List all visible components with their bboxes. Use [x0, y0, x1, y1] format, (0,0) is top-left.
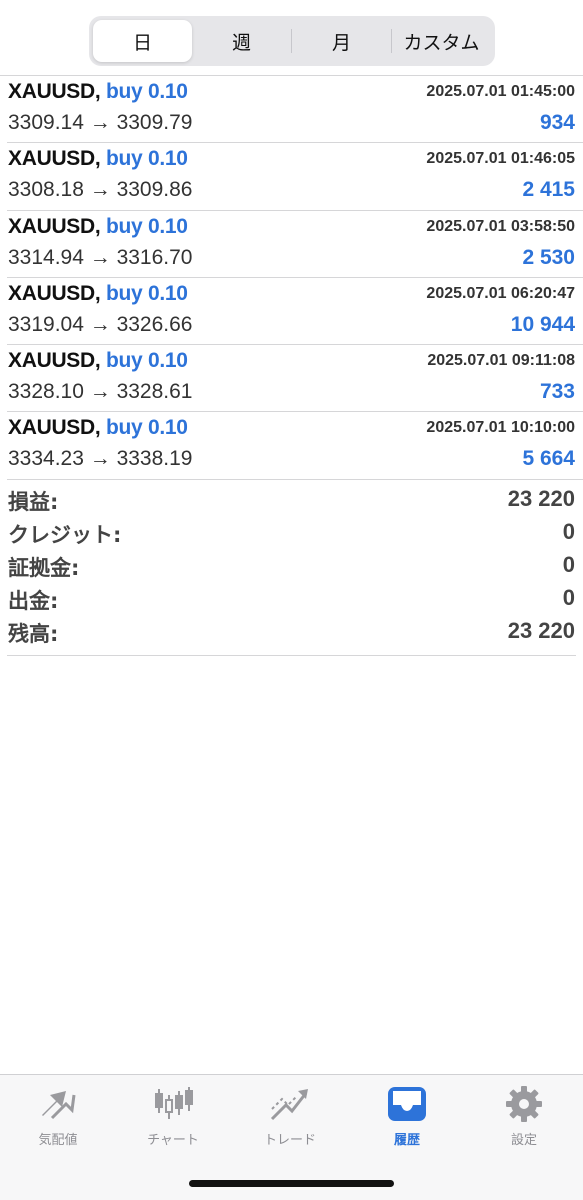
summary-value: 0	[562, 552, 575, 577]
summary-profit-row: 損益: 23 220	[7, 484, 576, 517]
trade-row[interactable]: XAUUSD, buy 0.10 2025.07.01 06:20:47 331…	[7, 278, 583, 346]
tab-week-label: 週	[231, 31, 251, 54]
trade-profit: 2 415	[522, 178, 575, 202]
summary-value: 23 220	[507, 618, 575, 643]
tab-quotes-label: 気配値	[38, 1133, 78, 1148]
summary-value: 0	[562, 519, 575, 544]
summary-credit-row: クレジット: 0	[7, 517, 576, 550]
trade-profit: 2 530	[522, 245, 575, 269]
summary-label: 損益:	[8, 490, 59, 514]
summary-value: 0	[562, 585, 575, 610]
tab-day[interactable]: 日	[93, 20, 192, 62]
tab-chart[interactable]: チャート	[123, 1085, 223, 1155]
trade-symbol: XAUUSD, buy 0.10	[8, 416, 188, 440]
tab-quotes[interactable]: 気配値	[8, 1085, 108, 1155]
trade-prices: 3314.94 → 3316.70	[8, 245, 193, 269]
tab-custom[interactable]: カスタム	[392, 20, 491, 62]
trade-symbol: XAUUSD, buy 0.10	[8, 80, 188, 103]
tab-trade[interactable]: トレード	[240, 1085, 340, 1155]
summary-value: 23 220	[507, 486, 575, 511]
trade-side: buy 0.10	[105, 147, 188, 171]
summary-balance-row: 残高: 23 220	[7, 616, 576, 649]
trade-row[interactable]: XAUUSD, buy 0.10 2025.07.01 10:10:00 333…	[7, 412, 583, 480]
history-summary: 損益: 23 220 クレジット: 0 証拠金: 0 出金: 0 残高: 23 …	[7, 484, 576, 656]
tab-month-label: 月	[331, 31, 351, 54]
summary-withdrawal-row: 出金: 0	[7, 583, 576, 616]
trade-prices: 3308.18 → 3309.86	[8, 178, 193, 202]
tab-custom-label: カスタム	[403, 31, 480, 54]
gear-icon	[506, 1086, 542, 1122]
tab-settings-label: 設定	[510, 1133, 537, 1148]
trade-prices: 3334.23 → 3338.19	[8, 447, 193, 471]
history-inbox-icon	[388, 1087, 426, 1121]
trade-history-list: XAUUSD, buy 0.10 2025.07.01 01:45:00 330…	[0, 76, 583, 480]
period-segmented-control: 日 週 月 カスタム	[89, 16, 495, 66]
trade-time: 2025.07.01 03:58:50	[426, 217, 575, 235]
trade-profit: 934	[539, 111, 575, 134]
candlestick-chart-icon	[155, 1087, 193, 1119]
trade-time: 2025.07.01 01:45:00	[426, 83, 575, 100]
trade-profit: 5 664	[522, 447, 575, 471]
trade-profit: 10 944	[510, 312, 575, 336]
trade-prices: 3328.10 → 3328.61	[8, 380, 193, 404]
trade-symbol: XAUUSD, buy 0.10	[8, 214, 188, 238]
tab-month[interactable]: 月	[292, 20, 391, 62]
trade-side: buy 0.10	[105, 281, 188, 305]
trade-profit: 733	[539, 380, 575, 404]
home-indicator	[189, 1180, 394, 1187]
tab-history-label: 履歴	[393, 1133, 420, 1148]
tab-day-label: 日	[132, 31, 152, 54]
trade-side: buy 0.10	[105, 349, 188, 373]
tab-week[interactable]: 週	[192, 20, 291, 62]
tab-history[interactable]: 履歴	[357, 1085, 457, 1155]
trade-symbol: XAUUSD, buy 0.10	[8, 349, 188, 373]
summary-label: クレジット:	[8, 523, 122, 547]
trade-side: buy 0.10	[105, 214, 188, 238]
tab-chart-label: チャート	[147, 1133, 199, 1148]
trade-time: 2025.07.01 10:10:00	[426, 419, 575, 437]
trade-prices: 3319.04 → 3326.66	[8, 312, 193, 336]
trade-side: buy 0.10	[105, 80, 188, 103]
tab-trade-label: トレード	[263, 1133, 316, 1148]
trade-row[interactable]: XAUUSD, buy 0.10 2025.07.01 03:58:50 331…	[7, 211, 583, 278]
trade-row[interactable]: XAUUSD, buy 0.10 2025.07.01 01:46:05 330…	[7, 143, 583, 211]
trade-icon	[270, 1089, 308, 1121]
trade-symbol: XAUUSD, buy 0.10	[8, 281, 188, 305]
trade-time: 2025.07.01 09:11:08	[427, 352, 575, 370]
summary-deposit-row: 証拠金: 0	[7, 550, 576, 583]
summary-label: 証拠金:	[8, 556, 80, 580]
trade-prices: 3309.14 → 3309.79	[8, 111, 193, 134]
trade-side: buy 0.10	[105, 416, 188, 440]
quotes-icon	[42, 1091, 76, 1120]
trade-time: 2025.07.01 01:46:05	[426, 150, 575, 168]
trade-row[interactable]: XAUUSD, buy 0.10 2025.07.01 09:11:08 332…	[7, 345, 583, 413]
summary-label: 出金:	[8, 589, 59, 613]
trade-time: 2025.07.01 06:20:47	[426, 284, 575, 302]
summary-label: 残高:	[8, 622, 59, 646]
tab-settings[interactable]: 設定	[474, 1085, 574, 1155]
trade-row[interactable]: XAUUSD, buy 0.10 2025.07.01 01:45:00 330…	[7, 76, 583, 144]
trade-symbol: XAUUSD, buy 0.10	[8, 147, 188, 171]
